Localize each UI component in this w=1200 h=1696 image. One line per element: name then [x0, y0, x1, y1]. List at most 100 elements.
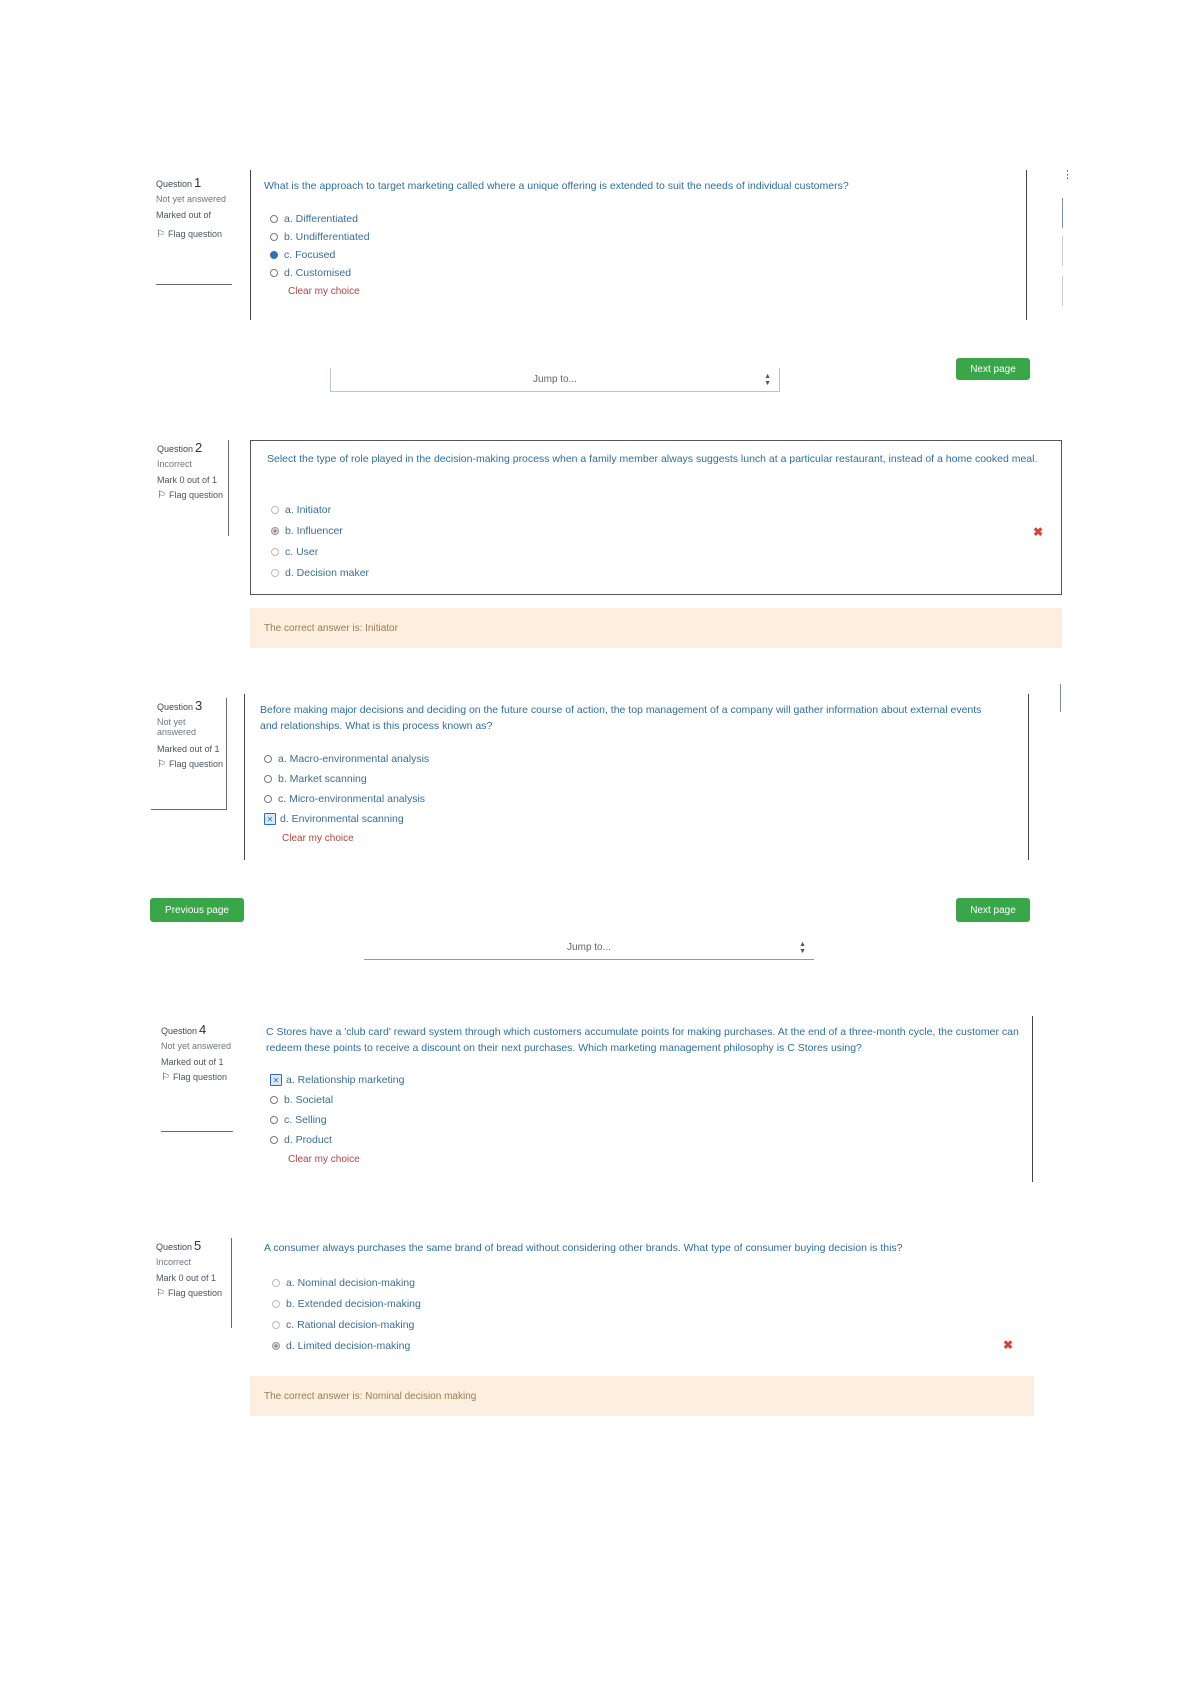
flag-question-link[interactable]: ⚐ Flag question: [156, 1288, 231, 1300]
clear-choice-link[interactable]: Clear my choice: [282, 833, 429, 844]
question-state: Not yet answered: [157, 716, 197, 738]
option-b[interactable]: b. Market scanning: [264, 769, 429, 789]
question-1-options: a. Differentiated b. Undifferentiated c.…: [270, 210, 370, 297]
flag-label: Flag question: [167, 1288, 223, 1299]
divider: [1028, 694, 1029, 860]
question-4-options: ✕ a. Relationship marketing b. Societal c…: [270, 1070, 404, 1165]
jump-to-label: Jump to...: [567, 942, 611, 953]
question-state: Not yet answered: [161, 1040, 232, 1051]
question-label: Question: [161, 1026, 198, 1036]
divider: [250, 170, 251, 320]
flag-question-link[interactable]: ⚐ Flag question: [161, 1072, 233, 1084]
next-page-button[interactable]: Next page: [956, 358, 1030, 380]
radio-button-selected[interactable]: ✕: [264, 813, 276, 825]
radio-button[interactable]: [264, 795, 272, 803]
flag-label: Flag question: [168, 490, 224, 501]
question-5-info: Question 5 Incorrect Mark 0 out of 1 ⚐ Fla…: [156, 1238, 232, 1328]
radio-button[interactable]: [264, 755, 272, 763]
feedback-box: The correct answer is: Initiator: [250, 608, 1062, 648]
question-4-text: C Stores have a 'club card' reward syste…: [266, 1026, 1019, 1055]
option-label: c. Micro-environmental analysis: [278, 793, 426, 805]
scroll-fragment: [1062, 276, 1065, 306]
cross-icon: ✖: [1033, 525, 1044, 539]
radio-button[interactable]: [270, 1136, 278, 1144]
next-page-button[interactable]: Next page: [956, 898, 1030, 922]
question-2-options: a. Initiator b. Influencer c. User d. De…: [271, 499, 369, 583]
question-3-text: Before making major decisions and decidi…: [260, 704, 982, 733]
option-c[interactable]: c. Micro-environmental analysis: [264, 789, 429, 809]
radio-button[interactable]: [270, 1116, 278, 1124]
radio-button[interactable]: [270, 233, 278, 241]
more-icon[interactable]: ⋮: [1062, 168, 1073, 181]
radio-button[interactable]: [270, 269, 278, 277]
option-label: d. Customised: [284, 267, 352, 279]
option-label: d. Product: [284, 1134, 332, 1146]
option-c: c. User: [271, 541, 369, 562]
option-c[interactable]: c. Selling: [270, 1110, 404, 1130]
question-2-text: Select the type of role played in the de…: [267, 453, 1038, 465]
question-state: Incorrect: [157, 458, 193, 469]
option-label: c. Focused: [284, 249, 336, 261]
radio-button[interactable]: [264, 775, 272, 783]
option-d[interactable]: d. Customised: [270, 264, 370, 282]
question-number: 1: [194, 175, 202, 190]
option-label: d. Decision maker: [285, 566, 370, 579]
feedback-box: The correct answer is: Nominal decision …: [250, 1376, 1034, 1416]
select-caret-icon: ▲ ▼: [799, 941, 806, 955]
question-label: Question: [157, 702, 194, 712]
option-a[interactable]: a. Differentiated: [270, 210, 370, 228]
option-d[interactable]: d. Product: [270, 1130, 404, 1150]
option-label: a. Macro-environmental analysis: [278, 753, 430, 765]
flag-label: Flag question: [172, 1072, 228, 1083]
question-mark: Marked out of 1: [157, 744, 220, 755]
option-c[interactable]: c. Focused: [270, 246, 370, 264]
option-a[interactable]: ✕ a. Relationship marketing: [270, 1070, 404, 1090]
question-number: 4: [199, 1022, 207, 1037]
jump-to-select[interactable]: Jump to... ▲ ▼: [330, 368, 780, 392]
option-d: d. Limited decision-making: [272, 1335, 421, 1356]
option-label: a. Initiator: [285, 503, 332, 516]
flag-icon: ⚐: [161, 1072, 170, 1084]
option-b: b. Extended decision-making: [272, 1293, 421, 1314]
clear-choice-link[interactable]: Clear my choice: [288, 1154, 404, 1165]
option-b: b. Influencer: [271, 520, 369, 541]
flag-question-link[interactable]: ⚐ Flag question: [151, 490, 228, 502]
question-3-options: a. Macro-environmental analysis b. Marke…: [264, 749, 429, 844]
scroll-fragment: [1062, 236, 1065, 266]
flag-question-link[interactable]: ⚐ Flag question: [151, 759, 226, 771]
question-number: 5: [194, 1238, 202, 1253]
option-label: d. Environmental scanning: [280, 813, 404, 825]
previous-page-button[interactable]: Previous page: [150, 898, 244, 922]
radio-button: [272, 1320, 280, 1329]
radio-button[interactable]: [270, 215, 278, 223]
radio-button-selected[interactable]: [270, 251, 278, 259]
flag-icon: ⚐: [156, 1288, 165, 1300]
option-label: b. Market scanning: [278, 773, 367, 785]
radio-button: [271, 505, 279, 514]
option-label: b. Extended decision-making: [286, 1297, 421, 1310]
question-2-info: Question 2 Incorrect Mark 0 out of 1 ⚐ Fla…: [151, 440, 229, 536]
option-b[interactable]: b. Undifferentiated: [270, 228, 370, 246]
question-4-info: Question 4 Not yet answered Marked out of…: [161, 1022, 233, 1132]
radio-button: [271, 547, 279, 556]
option-a: a. Initiator: [271, 499, 369, 520]
option-b[interactable]: b. Societal: [270, 1090, 404, 1110]
option-d[interactable]: ✕ d. Environmental scanning: [264, 809, 429, 829]
jump-to-select[interactable]: Jump to... ▲ ▼: [364, 936, 814, 960]
option-a[interactable]: a. Macro-environmental analysis: [264, 749, 429, 769]
option-label: b. Influencer: [285, 524, 343, 537]
question-3-info: Question 3 Not yet answered Marked out of…: [151, 698, 227, 810]
scroll-fragment: [1062, 198, 1065, 228]
option-label: c. Selling: [284, 1114, 327, 1126]
flag-icon: ⚐: [156, 229, 165, 241]
select-caret-icon: ▲ ▼: [764, 372, 771, 387]
question-state: Not yet answered: [156, 193, 227, 204]
radio-button[interactable]: [270, 1096, 278, 1104]
option-label: c. Rational decision-making: [286, 1318, 415, 1331]
question-mark: Mark 0 out of 1: [156, 1273, 217, 1284]
clear-choice-link[interactable]: Clear my choice: [288, 286, 370, 297]
question-mark: Marked out of: [156, 210, 212, 221]
flag-question-link[interactable]: ⚐ Flag question: [156, 229, 232, 241]
radio-button-selected[interactable]: ✕: [270, 1074, 282, 1086]
flag-label: Flag question: [167, 229, 223, 240]
